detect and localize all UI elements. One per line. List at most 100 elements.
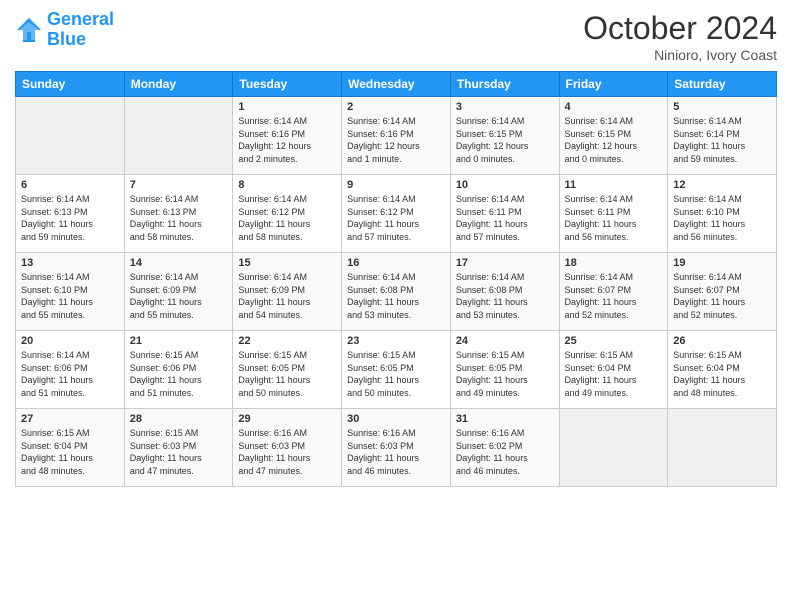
day-info: Sunrise: 6:16 AM Sunset: 6:03 PM Dayligh… [347,427,445,477]
calendar-cell: 28 Sunrise: 6:15 AM Sunset: 6:03 PM Dayli… [124,409,233,487]
day-info: Sunrise: 6:14 AM Sunset: 6:10 PM Dayligh… [21,271,119,321]
calendar-cell: 22 Sunrise: 6:15 AM Sunset: 6:05 PM Dayli… [233,331,342,409]
day-number: 16 [347,257,445,269]
day-number: 17 [456,257,554,269]
week-row-1: 1 Sunrise: 6:14 AM Sunset: 6:16 PM Daylig… [16,97,777,175]
day-number: 3 [456,101,554,113]
days-header-row: SundayMondayTuesdayWednesdayThursdayFrid… [16,72,777,97]
day-info: Sunrise: 6:15 AM Sunset: 6:04 PM Dayligh… [673,349,771,399]
day-info: Sunrise: 6:16 AM Sunset: 6:03 PM Dayligh… [238,427,336,477]
calendar-cell: 25 Sunrise: 6:15 AM Sunset: 6:04 PM Dayli… [559,331,668,409]
calendar-cell: 12Sunrise: 6:14 AM Sunset: 6:10 PM Dayli… [668,175,777,253]
calendar-cell: 23 Sunrise: 6:15 AM Sunset: 6:05 PM Dayli… [342,331,451,409]
day-number: 22 [238,335,336,347]
day-header-friday: Friday [559,72,668,97]
day-info: Sunrise: 6:14 AM Sunset: 6:08 PM Dayligh… [456,271,554,321]
calendar-table: SundayMondayTuesdayWednesdayThursdayFrid… [15,71,777,487]
day-number: 1 [238,101,336,113]
day-number: 13 [21,257,119,269]
day-info: Sunrise: 6:14 AM Sunset: 6:08 PM Dayligh… [347,271,445,321]
calendar-cell: 2Sunrise: 6:14 AM Sunset: 6:16 PM Daylig… [342,97,451,175]
day-header-monday: Monday [124,72,233,97]
day-info: Sunrise: 6:15 AM Sunset: 6:04 PM Dayligh… [21,427,119,477]
calendar-cell: 30 Sunrise: 6:16 AM Sunset: 6:03 PM Dayli… [342,409,451,487]
title-block: October 2024 Ninioro, Ivory Coast [583,10,777,63]
logo-icon [15,16,43,44]
location-subtitle: Ninioro, Ivory Coast [583,47,777,63]
week-row-3: 13 Sunrise: 6:14 AM Sunset: 6:10 PM Dayli… [16,253,777,331]
month-title: October 2024 [583,10,777,47]
calendar-cell: 24 Sunrise: 6:15 AM Sunset: 6:05 PM Dayli… [450,331,559,409]
calendar-cell: 5Sunrise: 6:14 AM Sunset: 6:14 PM Daylig… [668,97,777,175]
calendar-cell: 31 Sunrise: 6:16 AM Sunset: 6:02 PM Dayli… [450,409,559,487]
day-info: Sunrise: 6:14 AM Sunset: 6:07 PM Dayligh… [565,271,663,321]
day-number: 24 [456,335,554,347]
day-number: 6 [21,179,119,191]
day-info: Sunrise: 6:14 AM Sunset: 6:12 PM Dayligh… [347,193,445,243]
calendar-cell [559,409,668,487]
day-info: Sunrise: 6:15 AM Sunset: 6:05 PM Dayligh… [347,349,445,399]
calendar-cell: 16 Sunrise: 6:14 AM Sunset: 6:08 PM Dayli… [342,253,451,331]
calendar-cell [16,97,125,175]
calendar-cell: 14 Sunrise: 6:14 AM Sunset: 6:09 PM Dayli… [124,253,233,331]
day-info: Sunrise: 6:14 AM Sunset: 6:11 PM Dayligh… [565,193,663,243]
week-row-5: 27Sunrise: 6:15 AM Sunset: 6:04 PM Dayli… [16,409,777,487]
day-number: 23 [347,335,445,347]
logo-general: General [47,9,114,29]
day-number: 26 [673,335,771,347]
day-info: Sunrise: 6:14 AM Sunset: 6:09 PM Dayligh… [238,271,336,321]
day-info: Sunrise: 6:14 AM Sunset: 6:13 PM Dayligh… [21,193,119,243]
logo-blue: Blue [47,30,114,50]
day-header-thursday: Thursday [450,72,559,97]
day-info: Sunrise: 6:14 AM Sunset: 6:09 PM Dayligh… [130,271,228,321]
calendar-cell: 4 Sunrise: 6:14 AM Sunset: 6:15 PM Daylig… [559,97,668,175]
day-info: Sunrise: 6:14 AM Sunset: 6:12 PM Dayligh… [238,193,336,243]
week-row-4: 20Sunrise: 6:14 AM Sunset: 6:06 PM Dayli… [16,331,777,409]
day-number: 10 [456,179,554,191]
calendar-cell: 3 Sunrise: 6:14 AM Sunset: 6:15 PM Daylig… [450,97,559,175]
day-info: Sunrise: 6:15 AM Sunset: 6:03 PM Dayligh… [130,427,228,477]
day-number: 7 [130,179,228,191]
day-number: 25 [565,335,663,347]
day-number: 8 [238,179,336,191]
day-number: 28 [130,413,228,425]
calendar-cell: 26 Sunrise: 6:15 AM Sunset: 6:04 PM Dayli… [668,331,777,409]
day-info: Sunrise: 6:15 AM Sunset: 6:05 PM Dayligh… [456,349,554,399]
day-number: 15 [238,257,336,269]
day-number: 31 [456,413,554,425]
calendar-cell: 18Sunrise: 6:14 AM Sunset: 6:07 PM Dayli… [559,253,668,331]
calendar-cell: 7 Sunrise: 6:14 AM Sunset: 6:13 PM Daylig… [124,175,233,253]
page: General Blue October 2024 Ninioro, Ivory… [0,0,792,612]
day-info: Sunrise: 6:15 AM Sunset: 6:05 PM Dayligh… [238,349,336,399]
day-number: 14 [130,257,228,269]
day-info: Sunrise: 6:15 AM Sunset: 6:04 PM Dayligh… [565,349,663,399]
logo: General Blue [15,10,114,50]
day-number: 4 [565,101,663,113]
calendar-cell: 21 Sunrise: 6:15 AM Sunset: 6:06 PM Dayli… [124,331,233,409]
calendar-cell: 10 Sunrise: 6:14 AM Sunset: 6:11 PM Dayli… [450,175,559,253]
day-number: 21 [130,335,228,347]
day-header-wednesday: Wednesday [342,72,451,97]
day-number: 30 [347,413,445,425]
day-info: Sunrise: 6:14 AM Sunset: 6:15 PM Dayligh… [456,115,554,165]
day-info: Sunrise: 6:14 AM Sunset: 6:11 PM Dayligh… [456,193,554,243]
day-header-sunday: Sunday [16,72,125,97]
calendar-cell: 15 Sunrise: 6:14 AM Sunset: 6:09 PM Dayli… [233,253,342,331]
day-number: 29 [238,413,336,425]
day-info: Sunrise: 6:15 AM Sunset: 6:06 PM Dayligh… [130,349,228,399]
day-info: Sunrise: 6:14 AM Sunset: 6:06 PM Dayligh… [21,349,119,399]
day-info: Sunrise: 6:14 AM Sunset: 6:16 PM Dayligh… [347,115,445,165]
day-number: 12 [673,179,771,191]
day-info: Sunrise: 6:14 AM Sunset: 6:07 PM Dayligh… [673,271,771,321]
day-number: 11 [565,179,663,191]
calendar-cell: 19Sunrise: 6:14 AM Sunset: 6:07 PM Dayli… [668,253,777,331]
logo-text: General Blue [47,10,114,50]
header: General Blue October 2024 Ninioro, Ivory… [15,10,777,63]
week-row-2: 6 Sunrise: 6:14 AM Sunset: 6:13 PM Daylig… [16,175,777,253]
day-info: Sunrise: 6:16 AM Sunset: 6:02 PM Dayligh… [456,427,554,477]
day-info: Sunrise: 6:14 AM Sunset: 6:15 PM Dayligh… [565,115,663,165]
day-info: Sunrise: 6:14 AM Sunset: 6:13 PM Dayligh… [130,193,228,243]
calendar-cell [668,409,777,487]
day-number: 9 [347,179,445,191]
calendar-cell: 17 Sunrise: 6:14 AM Sunset: 6:08 PM Dayli… [450,253,559,331]
